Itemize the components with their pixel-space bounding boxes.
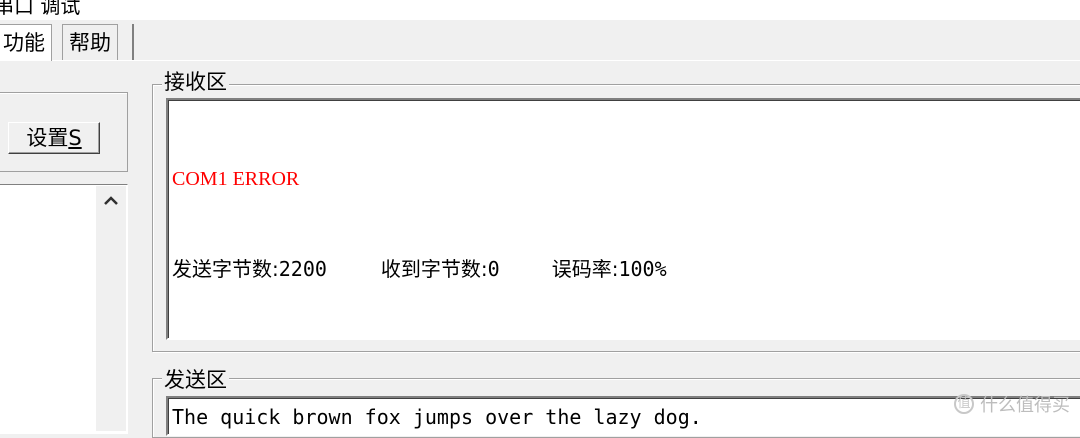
stats-line: 发送字节数:2200 收到字节数:0 误码率:100% xyxy=(172,254,1080,284)
sent-bytes-count: 2200 xyxy=(278,257,327,281)
settings-button[interactable]: 设置S xyxy=(8,122,100,154)
value-icon: 值 xyxy=(954,394,974,414)
recv-bytes-label: 收到字节数: xyxy=(380,257,488,281)
tab-function-label: 功能 xyxy=(3,31,45,55)
receive-content: COM1 ERROR 发送字节数:2200 收到字节数:0 误码率:100% xyxy=(168,100,1080,344)
settings-button-label: 设置 xyxy=(26,126,69,150)
watermark-text: 什么值得买 xyxy=(980,395,1070,416)
left-list-scrollbar[interactable] xyxy=(96,186,126,431)
receive-area[interactable]: COM1 ERROR 发送字节数:2200 收到字节数:0 误码率:100% xyxy=(166,98,1080,340)
tab-function[interactable]: 功能 xyxy=(0,24,52,61)
tab-divider xyxy=(132,24,134,60)
send-group-label: 发送区 xyxy=(162,368,229,392)
send-input[interactable]: The quick brown fox jumps over the lazy … xyxy=(166,396,1080,436)
receive-group-label: 接收区 xyxy=(162,70,229,94)
send-text: The quick brown fox jumps over the lazy … xyxy=(172,405,702,429)
error-rate-label: 误码率: xyxy=(551,257,619,281)
tab-help-label: 帮助 xyxy=(69,31,111,55)
tab-help[interactable]: 帮助 xyxy=(62,24,118,60)
watermark: 值 什么值得买 xyxy=(954,391,1070,417)
error-rate-value: 100% xyxy=(618,257,667,281)
error-message: COM1 ERROR xyxy=(172,168,300,190)
settings-hotkey: S xyxy=(68,126,82,150)
sent-bytes-label: 发送字节数: xyxy=(172,257,279,281)
chevron-up-icon[interactable] xyxy=(96,186,126,216)
title-bar: 串口 调试 xyxy=(0,0,1080,20)
window-title: 串口 调试 xyxy=(0,0,81,18)
tab-baseline xyxy=(0,60,1080,61)
recv-bytes-count: 0 xyxy=(487,257,500,281)
